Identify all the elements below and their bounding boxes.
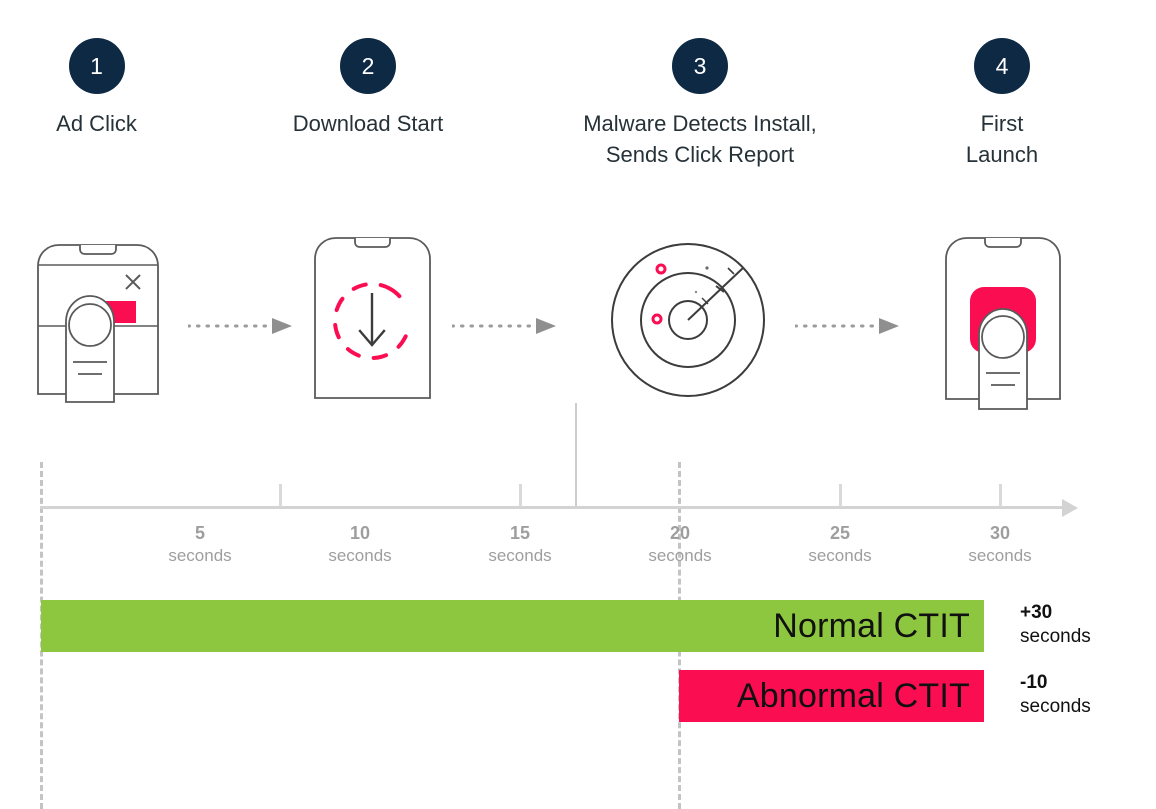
timeline-label-20-unit: seconds [648,545,712,565]
abnormal-ctit-unit: seconds [1020,695,1091,717]
timeline-label-15-value: 15 [509,523,531,543]
step-1-number-badge: 1 [68,38,125,94]
timeline-tick-7 [279,484,282,507]
connector-3-to-4 [793,318,905,334]
normal-ctit-bar: Normal CTIT [41,600,984,652]
connector-2-to-3 [450,318,562,334]
timeline-label-10: 10 seconds [300,524,420,565]
step-3-marker-line [575,403,577,508]
normal-ctit-unit: seconds [1020,625,1091,647]
timeline-label-20-value: 20 [669,523,691,543]
timeline-label-30-unit: seconds [968,545,1032,565]
radar-detect-icon [608,240,768,400]
step-2-label: Download Start [292,111,444,136]
timeline-label-25-unit: seconds [808,545,872,565]
timeline-label-5: 5 seconds [140,524,260,565]
timeline-label-15-unit: seconds [488,545,552,565]
timeline-label-15: 15 seconds [460,524,580,565]
connector-1-to-2 [186,318,298,334]
phone-first-launch-icon [938,231,1068,413]
phone-download-icon [310,233,435,403]
timeline-label-5-unit: seconds [168,545,232,565]
normal-ctit-note: +30 seconds [1020,602,1150,648]
timeline-label-10-value: 10 [349,523,371,543]
abnormal-ctit-label: Abnormal CTIT [736,676,970,715]
step-4-label: First Launch [965,111,1039,167]
step-2-number-badge: 2 [340,38,396,94]
phone-ad-click-icon [28,232,168,407]
step-4: 4 First Launch [902,38,1102,170]
step-3: 3 Malware Detects Install, Sends Click R… [520,38,880,170]
infographic-canvas: 1 Ad Click 2 Download Start 3 Malware De… [0,0,1156,809]
step-1: 1 Ad Click [0,38,193,139]
timeline-label-5-value: 5 [194,523,205,543]
timeline-tick-24 [839,484,842,507]
normal-ctit-label: Normal CTIT [773,606,970,645]
timeline-label-30: 30 seconds [940,524,1060,565]
step-1-label: Ad Click [56,111,137,136]
timeline-tick-14 [519,484,522,507]
timeline-label-25-value: 25 [829,523,851,543]
step-3-number-badge: 3 [672,38,728,94]
normal-ctit-amount: +30 [1020,602,1053,623]
abnormal-ctit-bar: Abnormal CTIT [679,670,984,722]
timeline-label-25: 25 seconds [780,524,900,565]
timeline-label-20: 20 seconds [620,524,740,565]
abnormal-ctit-note: -10 seconds [1020,672,1150,718]
step-4-number-badge: 4 [974,38,1030,94]
timeline-label-10-unit: seconds [328,545,392,565]
abnormal-ctit-amount: -10 [1020,672,1048,693]
timeline-axis-arrowhead [1062,499,1078,517]
timeline-label-30-value: 30 [989,523,1011,543]
step-3-label: Malware Detects Install, Sends Click Rep… [583,111,817,167]
timeline-axis [40,506,1073,509]
timeline-tick-29 [999,484,1002,507]
step-2: 2 Download Start [255,38,481,139]
